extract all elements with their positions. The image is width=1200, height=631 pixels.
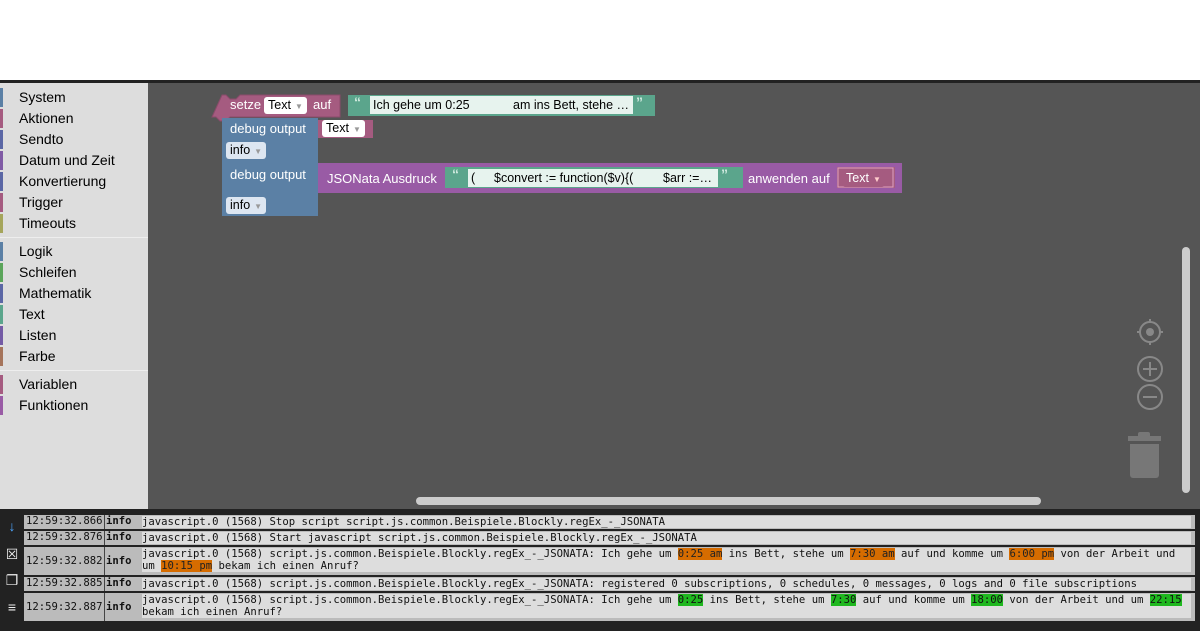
toolbox-category-logik[interactable]: Logik	[0, 241, 148, 262]
log-row: 12:59:32.885 info javascript.0 (1568) sc…	[24, 577, 1195, 591]
log-message: javascript.0 (1568) Stop script script.j…	[142, 516, 1191, 528]
vertical-scrollbar[interactable]	[1182, 247, 1190, 493]
chevron-down-icon: ▼	[294, 102, 303, 111]
set-variable-dropdown[interactable]: Text ▼	[264, 97, 307, 114]
jsonata-block[interactable]: JSONata Ausdruck	[327, 171, 437, 186]
quote-open-icon: “	[452, 166, 459, 182]
toolbox-category-trigger[interactable]: Trigger	[0, 192, 148, 213]
log-row: 12:59:32.876 info javascript.0 (1568) St…	[24, 531, 1195, 545]
toolbox-category-listen[interactable]: Listen	[0, 325, 148, 346]
toolbox-category-funktionen[interactable]: Funktionen	[0, 395, 148, 416]
log-row: 12:59:32.887 info javascript.0 (1568) sc…	[24, 593, 1195, 621]
log-toolbar: ↓ ☒ ❐ ≡	[0, 509, 24, 631]
log-level: info	[106, 577, 132, 589]
blockly-toolbox: System Aktionen Sendto Datum und Zeit Ko…	[0, 83, 148, 509]
chevron-down-icon: ▼	[254, 147, 263, 156]
toolbox-category-text[interactable]: Text	[0, 304, 148, 325]
set-label: setze	[230, 97, 262, 112]
trash-icon[interactable]	[1126, 430, 1162, 480]
quote-close-icon: ”	[636, 94, 643, 110]
toolbox-category-variablen[interactable]: Variablen	[0, 374, 148, 395]
jsonata-expression-field[interactable]: ($convert := function($v){($arr :=…	[468, 169, 718, 187]
zoom-in-icon[interactable]	[1137, 356, 1163, 382]
chevron-down-icon: ▼	[254, 202, 263, 211]
horizontal-scrollbar[interactable]	[416, 497, 1041, 505]
toolbox-category-datum-und-zeit[interactable]: Datum und Zeit	[0, 150, 148, 171]
log-level: info	[106, 601, 132, 613]
block-shapes	[211, 94, 902, 216]
log-list-icon[interactable]: ≡	[3, 598, 21, 616]
log-time: 12:59:32.876	[26, 531, 103, 543]
clear-log-icon[interactable]: ☒	[3, 545, 21, 563]
toolbox-category-aktionen[interactable]: Aktionen	[0, 108, 148, 129]
log-message: javascript.0 (1568) Start javascript scr…	[142, 532, 1191, 544]
toolbox-category-sendto[interactable]: Sendto	[0, 129, 148, 150]
scroll-down-icon[interactable]: ↓	[3, 517, 21, 535]
quote-open-icon: “	[354, 94, 361, 110]
log-level: info	[106, 515, 132, 527]
toolbox-category-schleifen[interactable]: Schleifen	[0, 262, 148, 283]
log-time: 12:59:32.866	[26, 515, 103, 527]
recenter-icon[interactable]	[1137, 319, 1163, 345]
set-suffix: auf	[313, 97, 332, 112]
jsonata-variable-dropdown[interactable]: Text ▼	[842, 170, 885, 187]
toolbox-category-timeouts[interactable]: Timeouts	[0, 213, 148, 234]
log-message: javascript.0 (1568) script.js.common.Bei…	[142, 578, 1191, 590]
copy-icon[interactable]: ❐	[3, 571, 21, 589]
log-time: 12:59:32.887	[26, 601, 103, 613]
toolbox-separator	[0, 370, 148, 371]
debug2-level-dropdown[interactable]: info ▼	[226, 197, 267, 214]
log-row: 12:59:32.866 info javascript.0 (1568) St…	[24, 515, 1195, 529]
blockly-workspace[interactable]: setze Text ▼ auf “ Ich gehe um 0:25 am ins…	[148, 83, 1200, 509]
log-time: 12:59:32.885	[26, 577, 103, 589]
zoom-out-icon[interactable]	[1137, 384, 1163, 410]
top-area	[0, 0, 1200, 80]
jsonata-apply-label: anwenden auf	[748, 171, 830, 186]
quote-close-icon: ”	[721, 166, 728, 182]
chevron-down-icon: ▼	[872, 175, 881, 184]
log-level: info	[106, 555, 132, 567]
log-time: 12:59:32.882	[26, 555, 103, 567]
toolbox-category-system[interactable]: System	[0, 87, 148, 108]
debug-output-block-2[interactable]: debug output	[230, 167, 306, 182]
debug-output-block-1[interactable]: debug output	[230, 121, 306, 136]
toolbox-category-konvertierung[interactable]: Konvertierung	[0, 171, 148, 192]
set-block[interactable]: setze	[230, 97, 261, 112]
debug1-variable-dropdown[interactable]: Text ▼	[322, 120, 365, 137]
debug1-level-dropdown[interactable]: info ▼	[226, 142, 267, 159]
toolbox-category-mathematik[interactable]: Mathematik	[0, 283, 148, 304]
set-text-field[interactable]: Ich gehe um 0:25 am ins Bett, stehe …	[370, 96, 633, 114]
chevron-down-icon: ▼	[352, 125, 361, 134]
toolbox-separator	[0, 237, 148, 238]
log-message: javascript.0 (1568) script.js.common.Bei…	[142, 548, 1191, 572]
log-level: info	[106, 531, 132, 543]
log-message: javascript.0 (1568) script.js.common.Bei…	[142, 594, 1191, 618]
toolbox-category-farbe[interactable]: Farbe	[0, 346, 148, 367]
log-row: 12:59:32.882 info javascript.0 (1568) sc…	[24, 547, 1195, 575]
